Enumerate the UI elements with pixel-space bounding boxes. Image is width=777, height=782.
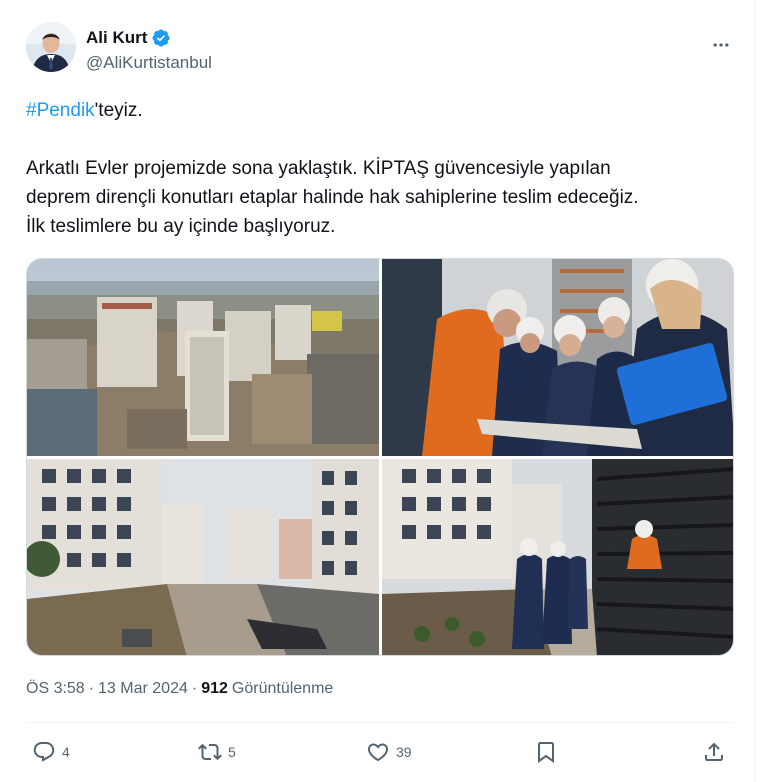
reply-button[interactable]: 4 <box>32 734 70 770</box>
action-bar: 4 5 39 <box>26 734 734 770</box>
display-name[interactable]: Ali Kurt <box>86 28 147 48</box>
more-dots-icon <box>713 43 729 47</box>
photo-aerial-construction-site[interactable] <box>27 259 379 456</box>
tweet-text: #Pendik'teyiz. Arkatlı Evler projemizde … <box>26 96 746 241</box>
share-icon <box>705 742 723 761</box>
retweet-icon <box>198 743 222 761</box>
avatar[interactable] <box>26 22 76 72</box>
photo-officials-walking-garden[interactable] <box>382 459 733 655</box>
user-handle[interactable]: @AliKurtistanbul <box>86 53 212 73</box>
verified-badge-icon[interactable] <box>151 28 171 48</box>
share-button[interactable] <box>702 734 726 770</box>
name-row: Ali Kurt <box>86 28 171 48</box>
views-count: 912 <box>201 680 228 697</box>
like-count: 39 <box>396 744 412 760</box>
retweet-button[interactable]: 5 <box>198 734 236 770</box>
meta-separator: · <box>191 680 198 697</box>
tweet-meta: ÖS 3:58 · 13 Mar 2024 · 912 Görüntülenme <box>26 680 333 698</box>
tweet-date[interactable]: 13 Mar 2024 <box>98 680 188 698</box>
views-label: Görüntülenme <box>231 680 334 697</box>
meta-separator: · <box>88 680 95 697</box>
photo-residential-courtyard[interactable] <box>27 459 379 655</box>
tweet-timestamp[interactable]: ÖS 3:58 <box>26 680 85 698</box>
tweet-line-4: İlk teslimlere bu ay içinde başlıyoruz. <box>26 216 336 237</box>
heart-icon <box>367 743 389 762</box>
photo-workers-reviewing-plans[interactable] <box>382 259 733 456</box>
media-grid <box>26 258 734 656</box>
tweet-header: Ali Kurt @AliKurtistanbul <box>26 22 738 78</box>
tweet-line-2: Arkatlı Evler projemizde sona yaklaştık.… <box>26 158 611 179</box>
bookmark-button[interactable] <box>534 734 558 770</box>
bookmark-icon <box>538 742 554 763</box>
like-button[interactable]: 39 <box>366 734 412 770</box>
reply-count: 4 <box>62 744 70 760</box>
tweet-line-3: deprem dirençli konutları etaplar halind… <box>26 187 639 208</box>
reply-icon <box>33 742 55 762</box>
hashtag-link[interactable]: #Pendik <box>26 100 95 121</box>
more-options-button[interactable] <box>704 28 738 62</box>
tweet-line-1: #Pendik'teyiz. <box>26 96 746 125</box>
actions-divider <box>26 722 734 723</box>
tweet-card: Ali Kurt @AliKurtistanbul #Pendik'teyiz.… <box>0 0 755 782</box>
retweet-count: 5 <box>228 744 236 760</box>
tweet-line-1-rest: 'teyiz. <box>94 100 143 121</box>
